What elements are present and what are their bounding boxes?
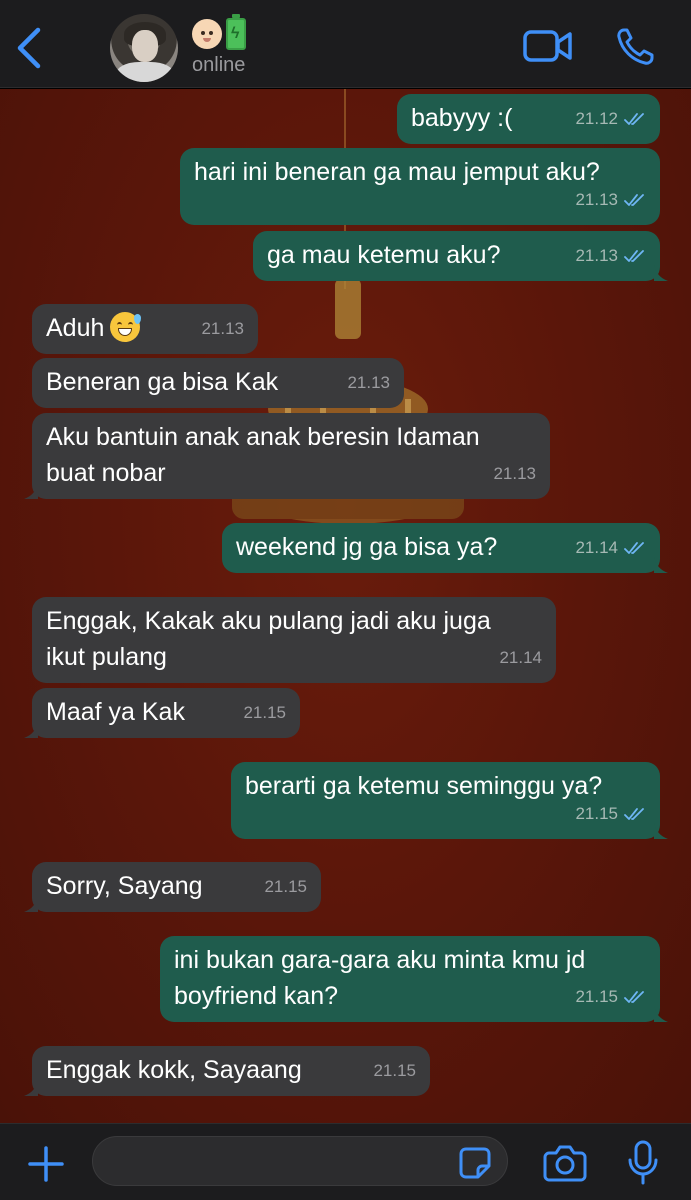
message-time: 21.12 [575, 109, 618, 128]
message-time: 21.13 [201, 319, 244, 338]
message-text: Aku bantuin anak anak beresin Idaman bua… [46, 423, 487, 487]
sticker-button[interactable] [458, 1146, 492, 1180]
message-time: 21.13 [575, 190, 618, 209]
message-time: 21.13 [575, 246, 618, 265]
message-text: Enggak, Kakak aku pulang jadi aku juga i… [46, 607, 498, 671]
read-ticks-icon [624, 113, 644, 125]
plus-icon [28, 1146, 64, 1182]
chevron-left-icon [17, 27, 41, 69]
incoming-message[interactable]: Aku bantuin anak anak beresin Idaman bua… [24, 413, 550, 499]
bubble-tail [654, 1006, 668, 1022]
attach-button[interactable] [26, 1144, 66, 1184]
composer-bar [0, 1123, 691, 1200]
message-meta: 21.13 [493, 456, 536, 492]
battery-emoji-icon: ϟ [226, 14, 246, 50]
bubble-tail [654, 823, 668, 839]
message-time: 21.13 [347, 373, 390, 392]
message-meta: 21.13 [347, 365, 390, 401]
message-meta: 21.15 [575, 979, 646, 1015]
microphone-button[interactable] [626, 1140, 660, 1186]
camera-icon [543, 1145, 587, 1182]
bubble-tail [24, 483, 38, 499]
outgoing-message[interactable]: hari ini beneran ga mau jemput aku? 21.13 [180, 148, 660, 225]
video-call-button[interactable] [522, 28, 574, 64]
voice-call-button[interactable] [614, 26, 658, 68]
message-text: Enggak kokk, Sayaang [46, 1056, 302, 1084]
message-meta: 21.15 [575, 796, 646, 832]
incoming-message[interactable]: Beneran ga bisa Kak 21.13 [32, 358, 404, 408]
message-time: 21.13 [493, 464, 536, 483]
message-meta: 21.15 [264, 869, 307, 905]
message-text: Beneran ga bisa Kak [46, 368, 279, 396]
read-ticks-icon [624, 991, 644, 1003]
grinning-sweat-emoji-icon [110, 312, 142, 342]
message-meta: 21.13 [575, 238, 646, 274]
message-meta: 21.15 [243, 695, 286, 731]
message-input[interactable] [92, 1136, 508, 1186]
message-time: 21.15 [243, 703, 286, 722]
bubble-tail [24, 1080, 38, 1096]
message-meta: 21.14 [499, 640, 542, 676]
outgoing-message[interactable]: babyyy :(21.12 [397, 94, 660, 144]
contact-name[interactable]: ϟ [192, 14, 246, 50]
incoming-message[interactable]: Enggak kokk, Sayaang 21.15 [24, 1046, 430, 1096]
microphone-icon [628, 1140, 658, 1185]
bubble-tail [654, 265, 668, 281]
bubble-tail [654, 557, 668, 573]
message-meta: 21.13 [201, 311, 244, 347]
message-meta: 21.12 [575, 101, 646, 137]
read-ticks-icon [624, 542, 644, 554]
baby-face-emoji-icon [192, 19, 222, 49]
message-time: 21.14 [575, 538, 618, 557]
back-button[interactable] [12, 26, 46, 70]
contact-status: online [192, 54, 246, 76]
message-time: 21.15 [575, 804, 618, 823]
incoming-message[interactable]: Enggak, Kakak aku pulang jadi aku juga i… [32, 597, 556, 683]
outgoing-message[interactable]: ga mau ketemu aku? 21.13 [253, 231, 668, 281]
phone-call-icon [617, 28, 654, 65]
bubble-tail [24, 896, 38, 912]
message-meta: 21.13 [575, 182, 646, 218]
read-ticks-icon [624, 194, 644, 206]
sticker-icon [459, 1147, 491, 1179]
message-time: 21.15 [575, 987, 618, 1006]
chat-area[interactable]: babyyy :(21.12 hari ini beneran ga mau je… [0, 89, 691, 1123]
message-meta: 21.15 [373, 1053, 416, 1089]
video-call-icon [523, 30, 572, 62]
incoming-message[interactable]: Aduh 21.13 [32, 304, 258, 354]
message-meta: 21.14 [575, 530, 646, 566]
incoming-message[interactable]: Maaf ya Kak 21.15 [24, 688, 300, 738]
camera-button[interactable] [543, 1144, 587, 1182]
message-time: 21.15 [373, 1061, 416, 1080]
contact-avatar[interactable] [110, 14, 178, 82]
outgoing-message[interactable]: ini bukan gara-gara aku minta kmu jd boy… [160, 936, 668, 1022]
chat-header: ϟ online [0, 0, 691, 88]
incoming-message[interactable]: Sorry, Sayang 21.15 [24, 862, 321, 912]
read-ticks-icon [624, 250, 644, 262]
read-ticks-icon [624, 808, 644, 820]
outgoing-message[interactable]: weekend jg ga bisa ya? 21.14 [222, 523, 668, 573]
message-time: 21.14 [499, 648, 542, 667]
message-time: 21.15 [264, 877, 307, 896]
bubble-tail [24, 722, 38, 738]
outgoing-message[interactable]: berarti ga ketemu seminggu ya? 21.15 [231, 762, 668, 839]
